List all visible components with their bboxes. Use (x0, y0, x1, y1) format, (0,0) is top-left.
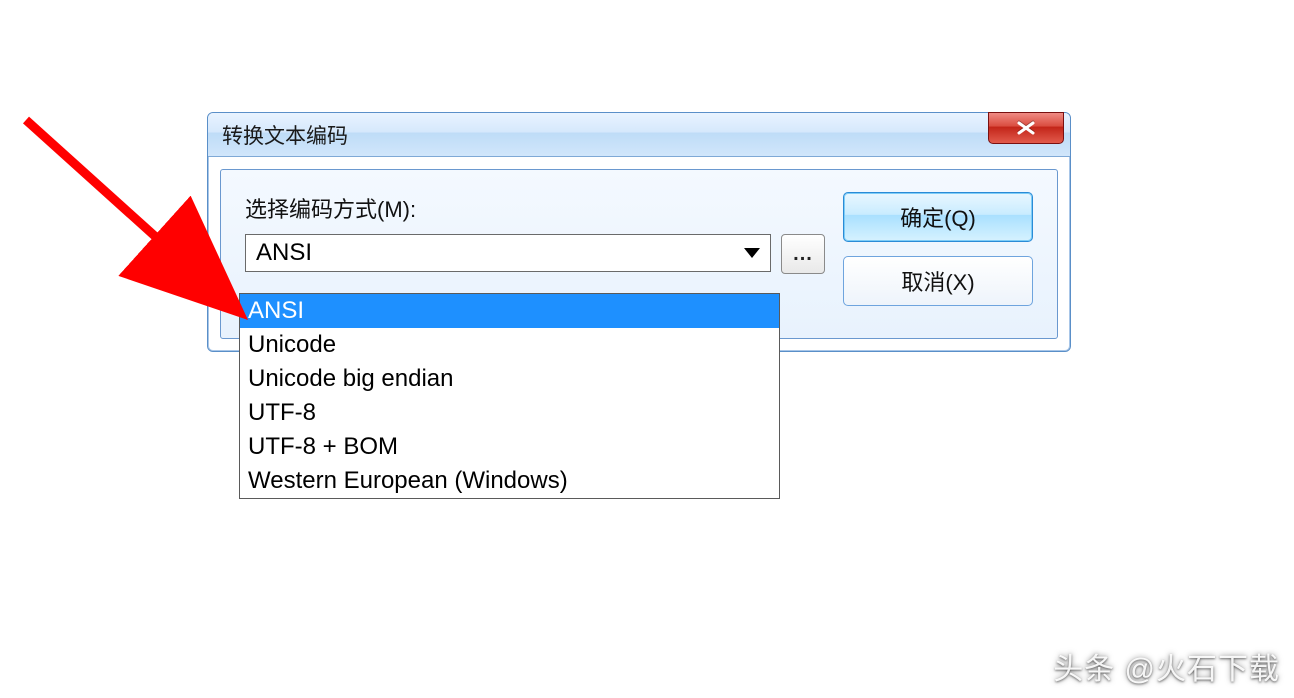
cancel-button[interactable]: 取消(X) (843, 256, 1033, 306)
dropdown-option[interactable]: Unicode (240, 328, 779, 362)
dropdown-option[interactable]: UTF-8 (240, 396, 779, 430)
ok-label: 确定(Q) (900, 201, 976, 233)
combo-row: ANSI ... (245, 234, 825, 274)
cancel-label: 取消(X) (901, 265, 974, 297)
close-button[interactable] (988, 112, 1064, 144)
watermark-text: 头条 @火石下载 (1053, 644, 1280, 688)
dropdown-option[interactable]: Unicode big endian (240, 362, 779, 396)
browse-label: ... (793, 243, 813, 266)
titlebar: 转换文本编码 (208, 113, 1070, 157)
close-icon (1016, 121, 1036, 135)
action-column: 确定(Q) 取消(X) (843, 192, 1033, 316)
browse-button[interactable]: ... (781, 234, 825, 274)
chevron-down-icon (744, 248, 760, 258)
encoding-label: 选择编码方式(M): (245, 192, 825, 224)
dialog-title: 转换文本编码 (222, 120, 348, 150)
dropdown-option[interactable]: Western European (Windows) (240, 464, 779, 498)
encoding-combobox[interactable]: ANSI (245, 234, 771, 272)
dropdown-option[interactable]: ANSI (240, 294, 779, 328)
combobox-value: ANSI (256, 239, 312, 267)
ok-button[interactable]: 确定(Q) (843, 192, 1033, 242)
encoding-dropdown-list[interactable]: ANSIUnicodeUnicode big endianUTF-8UTF-8 … (239, 293, 780, 499)
dropdown-option[interactable]: UTF-8 + BOM (240, 430, 779, 464)
